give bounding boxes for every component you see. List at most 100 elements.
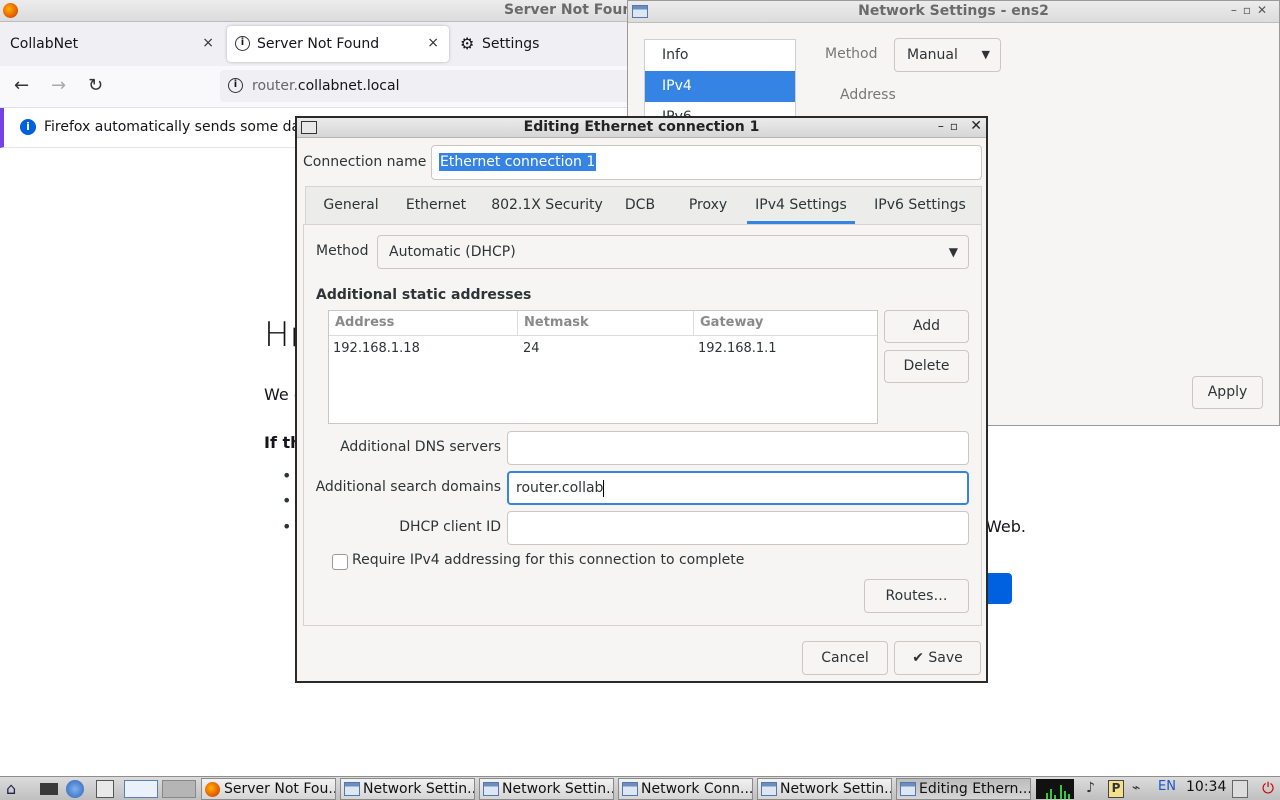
connection-name-input[interactable]: Ethernet connection 1 [431,145,982,180]
tab-general[interactable]: General [316,187,386,224]
tab-proxy[interactable]: Proxy [680,187,736,224]
method-label: Method [825,46,878,62]
task-label: Server Not Fou... [224,781,336,797]
workspace-1-icon[interactable] [124,780,158,798]
task-label: Network Settin... [363,781,475,797]
method-dropdown[interactable]: Automatic (DHCP) ▼ [377,235,969,269]
error-bullet: • [282,517,292,536]
dns-servers-input[interactable] [507,431,969,465]
cancel-button[interactable]: Cancel [802,641,888,675]
cell-gateway[interactable]: 192.168.1.1 [694,337,877,361]
apply-button[interactable]: Apply [1192,376,1263,409]
url-domain: collabnet.local [297,78,400,94]
search-domains-label: Additional search domains [315,479,501,495]
column-header-gateway[interactable]: Gateway [694,311,877,336]
error-bullet-tail: Web. [986,517,1026,536]
column-header-address[interactable]: Address [329,311,518,336]
window-icon [483,782,499,796]
close-icon[interactable]: × [202,35,214,51]
lock-screen-icon[interactable] [1232,780,1248,798]
workspace-2-icon[interactable] [162,780,196,798]
tab-8021x-security[interactable]: 802.1X Security [486,187,608,224]
method-value: Automatic (DHCP) [389,244,516,260]
start-menu-icon[interactable]: ⌂ [6,780,24,798]
column-header-netmask[interactable]: Netmask [518,311,694,336]
text-cursor [603,479,605,497]
tab-dcb[interactable]: DCB [620,187,660,224]
method-dropdown[interactable]: Manual ▼ [894,38,1001,72]
network-settings-titlebar: Network Settings - ens2 –▫✕ [628,1,1279,23]
show-desktop-icon[interactable] [40,783,58,795]
web-browser-icon[interactable] [66,780,84,798]
method-value: Manual [907,47,958,63]
volume-icon[interactable]: ♪ [1086,780,1104,798]
method-label: Method [316,243,369,259]
require-ipv4-label[interactable]: Require IPv4 addressing for this connect… [352,552,744,568]
taskbar-item-network-settings[interactable]: Network Settin... [340,778,475,800]
dhcp-client-id-label: DHCP client ID [399,519,501,535]
file-manager-icon[interactable] [96,780,114,798]
taskbar-item-network-settings[interactable]: Network Settin... [479,778,614,800]
close-icon[interactable]: × [427,35,439,51]
editing-connection-dialog: Editing Ethernet connection 1 –▫ ✕ Conne… [295,116,988,683]
taskbar-item-editing-ethernet[interactable]: Editing Ethern... [896,778,1031,800]
routes-button[interactable]: Routes… [864,579,969,613]
forward-arrow-icon[interactable]: → [51,75,66,96]
chevron-down-icon: ▼ [948,245,958,259]
dhcp-client-id-input[interactable] [507,511,969,545]
search-domains-value: router.collab [516,480,604,496]
clock[interactable]: 10:34 [1186,779,1226,795]
settings-tab-bar: General Ethernet 802.1X Security DCB Pro… [305,186,982,224]
window-controls[interactable]: –▫✕ [1231,3,1273,17]
tab-server-not-found[interactable]: i Server Not Found × [227,26,449,62]
search-domains-input[interactable]: router.collab [507,471,969,505]
firefox-logo-icon [3,3,18,18]
static-addresses-title: Additional static addresses [316,287,532,303]
info-icon: i [235,36,250,51]
connection-name-label: Connection name [303,154,427,170]
tab-ipv4-settings[interactable]: IPv4 Settings [747,187,855,224]
task-label: Network Settin... [502,781,614,797]
sidebar-item-info[interactable]: Info [645,40,795,71]
chevron-down-icon: ▼ [981,48,990,61]
close-icon[interactable]: ✕ [970,118,982,134]
taskbar-item-network-connections[interactable]: Network Conn... [618,778,753,800]
url-bar[interactable]: i router.collabnet.local [220,70,640,102]
network-tray-icon[interactable]: ⌁ [1132,780,1150,798]
keyboard-layout-indicator[interactable]: EN [1158,779,1176,794]
firefox-window-title: Server Not Found [504,2,643,18]
cpu-monitor-graph [1036,779,1074,799]
notice-text: Firefox automatically sends some data [44,119,315,135]
firefox-tab-strip: CollabNet × i Server Not Found × ⚙ Setti… [0,22,640,66]
taskbar-item-firefox[interactable]: Server Not Fou... [201,778,336,800]
delete-address-button[interactable]: Delete [884,350,969,383]
sidebar-item-ipv4[interactable]: IPv4 [645,71,795,102]
site-info-icon[interactable]: i [228,78,243,93]
firefox-nav-bar: ← → ↻ i router.collabnet.local [0,66,640,108]
static-addresses-table[interactable]: Address Netmask Gateway 192.168.1.18 24 … [328,310,878,424]
ipv4-settings-panel: Method Automatic (DHCP) ▼ Additional sta… [303,224,982,626]
window-icon [344,782,360,796]
cell-address[interactable]: 192.168.1.18 [329,337,518,361]
cell-netmask[interactable]: 24 [519,337,695,361]
add-address-button[interactable]: Add [884,310,969,343]
url-host: router. [252,78,298,94]
tab-settings[interactable]: ⚙ Settings [460,26,640,62]
reload-icon[interactable]: ↻ [88,75,103,96]
dialog-title: Editing Ethernet connection 1 [523,119,760,135]
tab-collabnet[interactable]: CollabNet × [0,26,224,62]
task-label: Editing Ethern... [919,781,1031,797]
save-label: Save [928,650,963,666]
save-button[interactable]: ✔ Save [894,641,981,675]
back-arrow-icon[interactable]: ← [14,75,29,96]
window-controls[interactable]: –▫ [938,119,964,133]
network-icon [622,782,638,796]
power-icon[interactable]: ⏻ [1259,779,1277,797]
require-ipv4-checkbox[interactable] [332,554,348,570]
clipboard-icon[interactable]: P [1108,780,1124,798]
tab-ethernet[interactable]: Ethernet [398,187,474,224]
tab-ipv6-settings[interactable]: IPv6 Settings [868,187,972,224]
tab-label: Settings [482,36,540,52]
taskbar: ⌂ Server Not Fou... Network Settin... Ne… [0,776,1280,800]
taskbar-item-network-settings[interactable]: Network Settin... [757,778,892,800]
